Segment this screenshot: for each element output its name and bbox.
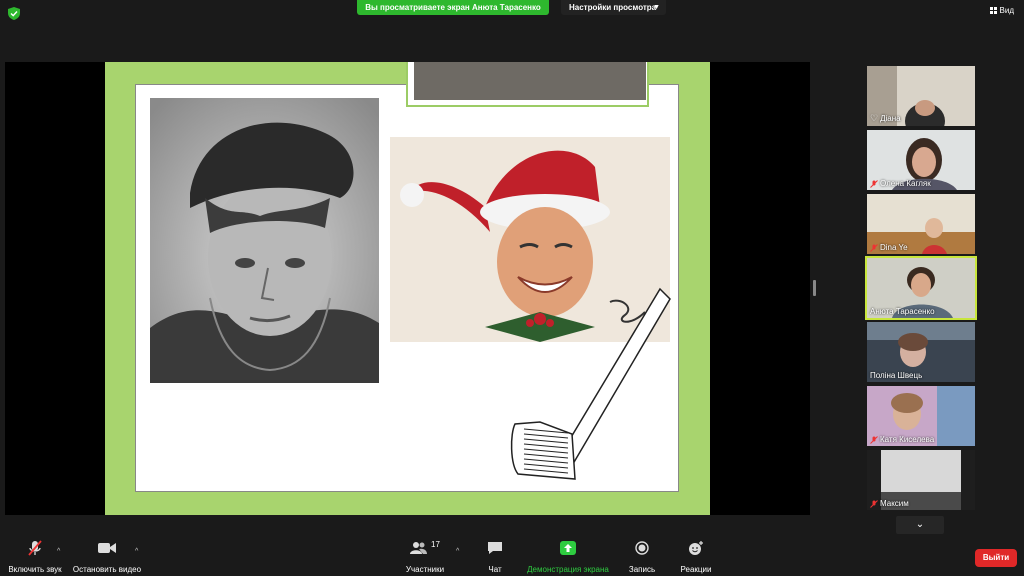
participant-name: Олена Кагляк [870,179,931,188]
share-screen-icon [560,541,576,555]
boy-portrait-photo [150,98,379,383]
chat-button[interactable]: Чат [478,538,512,576]
video-options-caret[interactable]: ^ [135,548,138,555]
participant-tile[interactable]: Dina Ye [867,194,975,254]
heart-icon: ♡ [870,113,879,123]
participants-label: Участники [405,565,445,574]
muted-mic-icon [870,435,878,444]
share-screen-label: Демонстрация экрана [527,565,609,574]
smiley-plus-icon [689,541,703,555]
muted-mic-icon [870,499,878,508]
scroll-participants-down-button[interactable]: ⌄ [896,516,944,534]
chat-label: Чат [488,565,502,574]
participant-tile[interactable]: Максим [867,450,975,510]
view-button[interactable]: Вид [989,6,1014,15]
audio-options-caret[interactable]: ^ [57,548,60,555]
view-button-label: Вид [999,6,1014,15]
participant-name: ♡ Діана [870,113,901,123]
participant-tile[interactable]: Катя Киселева [867,386,975,446]
chat-bubble-icon [488,542,502,554]
participant-name: Поліна Швець [870,371,923,380]
stop-video-label: Остановить видео [72,565,142,574]
participant-name: Катя Киселева [870,435,934,444]
golf-club-drawing [510,287,671,480]
shared-screen [5,62,810,515]
grid-view-icon [989,7,997,14]
unmute-label: Включить звук [8,565,62,574]
participant-tile-active-speaker[interactable]: Анюта Тарасенко [865,256,977,320]
slide-top-frame [406,62,649,107]
panel-resize-handle[interactable] [813,280,816,296]
record-label: Запись [628,565,656,574]
presentation-slide [105,62,710,515]
zoom-meeting-window: Вы просматриваете экран Анюта Тарасенко … [0,0,1024,576]
record-icon [635,541,649,555]
security-shield-icon[interactable] [8,7,20,20]
stop-video-button[interactable]: Остановить видео [72,538,142,576]
participants-icon [410,542,428,554]
chevron-down-icon: ▼ [653,4,660,11]
reactions-label: Реакции [680,565,712,574]
muted-mic-icon [870,179,878,188]
participant-name: Максим [870,499,909,508]
participant-tile[interactable]: Поліна Швець [867,322,975,382]
participants-count: 17 [431,539,440,549]
record-button[interactable]: Запись [624,538,660,576]
participants-options-caret[interactable]: ^ [456,548,459,555]
share-screen-button[interactable]: Демонстрация экрана [524,538,612,576]
muted-microphone-icon [28,540,42,556]
leave-meeting-button[interactable]: Выйти [975,549,1017,567]
participant-name: Анюта Тарасенко [870,307,935,316]
participant-tile[interactable]: ♡ Діана [867,66,975,126]
muted-mic-icon [870,243,878,252]
video-camera-icon [98,543,116,553]
participants-button[interactable]: 17 Участники [400,538,450,576]
view-options-dropdown[interactable]: Настройки просмотра ▼ [561,0,666,15]
view-options-label: Настройки просмотра [569,3,657,12]
chevron-down-icon: ⌄ [915,519,925,530]
meeting-toolbar: Включить звук ^ Остановить видео ^ 17 Уч… [0,538,1024,576]
reactions-button[interactable]: Реакции [676,538,716,576]
unmute-button[interactable]: Включить звук [6,538,64,576]
participant-tile[interactable]: Олена Кагляк [867,130,975,190]
participant-name: Dina Ye [870,243,908,252]
screen-share-banner: Вы просматриваете экран Анюта Тарасенко [357,0,549,15]
